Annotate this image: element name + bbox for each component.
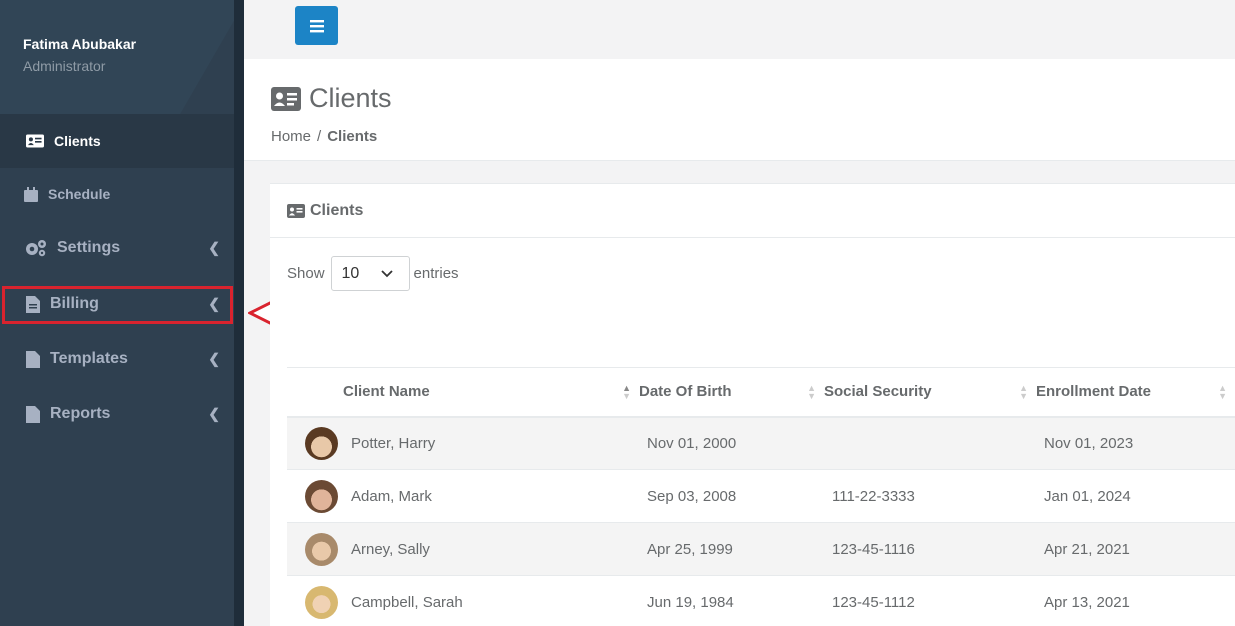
avatar (305, 479, 338, 513)
column-header-client-name[interactable]: Client Name ▲ ▼ (343, 367, 639, 418)
chevron-left-icon: ❮ (208, 405, 220, 422)
hamburger-icon (309, 19, 324, 32)
sort-icon: ▲ ▼ (1019, 382, 1028, 401)
avatar-cell (287, 575, 343, 626)
entries-select-value: 10 (341, 264, 360, 282)
profile-role: Administrator (23, 58, 106, 74)
document-icon (24, 405, 42, 423)
billing-highlight-box (2, 286, 233, 324)
ssn-cell: 111-22-3333 (824, 469, 1036, 523)
page-title: Clients (271, 83, 392, 114)
menu-toggle-button[interactable] (295, 6, 338, 45)
id-card-icon (26, 133, 44, 149)
clients-table: Client Name ▲ ▼ Date Of Birth ▲ ▼ Social Sec… (287, 367, 1235, 626)
table-row[interactable]: Arney, Sally Apr 25, 1999 123-45-1116 Ap… (287, 522, 1235, 576)
sidebar: Fatima Abubakar Administrator Clients Sc… (0, 0, 234, 626)
ssn-cell: 123-45-1116 (824, 522, 1036, 576)
sidebar-item-schedule[interactable]: Schedule (0, 167, 234, 221)
enrollment-cell: Nov 01, 2023 (1036, 416, 1235, 470)
card-title-text: Clients (310, 201, 364, 219)
id-card-icon (271, 86, 301, 111)
breadcrumb-separator: / (317, 128, 322, 145)
avatar-cell (287, 469, 343, 523)
ssn-cell: 123-45-1112 (824, 575, 1036, 626)
avatar-column-header (287, 367, 343, 418)
dob-cell: Sep 03, 2008 (639, 469, 824, 523)
ssn-cell (824, 416, 1036, 470)
breadcrumb: Home / Clients (271, 128, 377, 145)
client-name-cell[interactable]: Arney, Sally (343, 522, 639, 576)
sort-asc-icon: ▲ ▼ (622, 382, 631, 401)
avatar (305, 426, 338, 460)
dob-cell: Apr 25, 1999 (639, 522, 824, 576)
column-header-social-security[interactable]: Social Security ▲ ▼ (824, 367, 1036, 418)
breadcrumb-current: Clients (327, 128, 378, 145)
chevron-down-icon (380, 269, 393, 277)
clients-card: Clients Show 10 entries Client Name ▲ ▼ Da… (270, 183, 1235, 626)
page-header: Clients Home / Clients (244, 59, 1235, 161)
sidebar-item-label: Reports (50, 405, 111, 422)
dob-cell: Jun 19, 1984 (639, 575, 824, 626)
client-name-cell[interactable]: Potter, Harry (343, 416, 639, 470)
show-label: Show (287, 265, 325, 282)
table-row[interactable]: Campbell, Sarah Jun 19, 1984 123-45-1112… (287, 575, 1235, 626)
client-name-cell[interactable]: Adam, Mark (343, 469, 639, 523)
enrollment-cell: Apr 13, 2021 (1036, 575, 1235, 626)
avatar (305, 585, 338, 619)
column-header-date-of-birth[interactable]: Date Of Birth ▲ ▼ (639, 367, 824, 418)
card-title: Clients (270, 184, 1235, 238)
chevron-left-icon: ❮ (208, 350, 220, 367)
table-header-row: Client Name ▲ ▼ Date Of Birth ▲ ▼ Social Sec… (287, 367, 1235, 418)
table-row[interactable]: Adam, Mark Sep 03, 2008 111-22-3333 Jan … (287, 469, 1235, 523)
sidebar-item-label: Settings (57, 239, 121, 256)
sidebar-item-label: Schedule (48, 186, 111, 202)
dob-cell: Nov 01, 2000 (639, 416, 824, 470)
sort-icon: ▲ ▼ (807, 382, 816, 401)
page-title-text: Clients (309, 83, 392, 113)
client-name-cell[interactable]: Campbell, Sarah (343, 575, 639, 626)
entries-control: Show 10 entries (287, 256, 459, 291)
sidebar-item-reports[interactable]: Reports ❮ (0, 387, 234, 441)
entries-label: entries (413, 265, 459, 282)
avatar-cell (287, 522, 343, 576)
avatar (305, 532, 338, 566)
sidebar-item-label: Templates (50, 350, 128, 367)
avatar-cell (287, 416, 343, 470)
table-row[interactable]: Potter, Harry Nov 01, 2000 Nov 01, 2023 (287, 416, 1235, 470)
sort-icon: ▲ ▼ (1218, 382, 1227, 401)
sidebar-item-settings[interactable]: Settings ❮ (0, 221, 234, 275)
sidebar-item-label: Clients (54, 133, 101, 149)
sidebar-item-clients[interactable]: Clients (0, 114, 234, 168)
sidebar-border (234, 0, 244, 626)
breadcrumb-home-link[interactable]: Home (271, 128, 311, 145)
entries-select[interactable]: 10 (330, 256, 410, 291)
profile-name[interactable]: Fatima Abubakar (23, 36, 234, 52)
document-icon (24, 350, 42, 368)
enrollment-cell: Apr 21, 2021 (1036, 522, 1235, 576)
enrollment-cell: Jan 01, 2024 (1036, 469, 1235, 523)
id-card-icon (287, 203, 305, 218)
gears-icon (23, 239, 49, 257)
column-header-enrollment-date[interactable]: Enrollment Date ▲ ▼ (1036, 367, 1235, 418)
chevron-left-icon: ❮ (208, 239, 220, 256)
calendar-icon (22, 186, 40, 202)
profile-panel: Fatima Abubakar Administrator (0, 0, 234, 114)
sidebar-item-templates[interactable]: Templates ❮ (0, 332, 234, 386)
